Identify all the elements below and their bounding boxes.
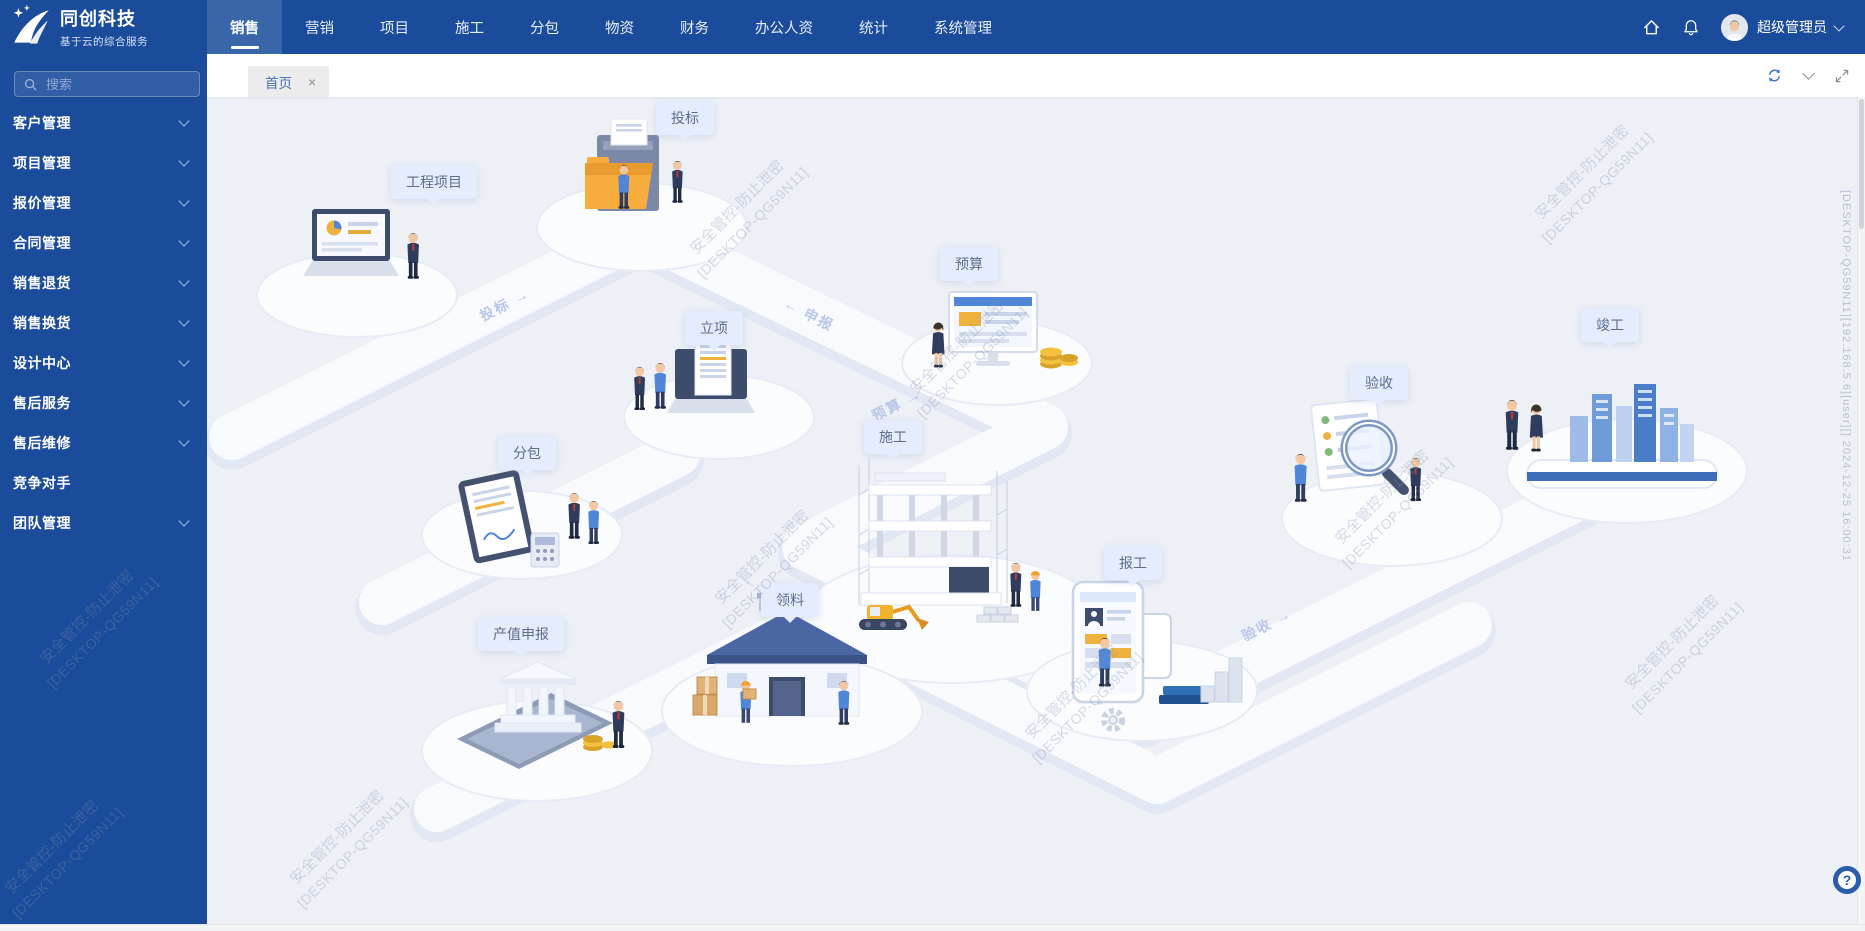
nav-tab-marketing[interactable]: 营销 bbox=[282, 0, 357, 54]
main-content: 投标 →← 申报预算 →← 领料验收 → 工程项目投标预算立项分包施工领料报工产… bbox=[207, 97, 1858, 925]
sidebar-item-team[interactable]: 团队管理 bbox=[0, 503, 207, 543]
user-menu[interactable]: 超级管理员 bbox=[1720, 13, 1843, 42]
sidebar: 同创科技 基于云的综合服务 客户管理项目管理报价管理合同管理销售退货销售换货设计… bbox=[0, 0, 207, 925]
sidebar-item-label: 项目管理 bbox=[13, 153, 71, 173]
process-label-engineering-project: 工程项目 bbox=[391, 165, 477, 199]
sidebar-item-label: 销售换货 bbox=[13, 313, 71, 333]
chevron-down-icon bbox=[178, 115, 189, 126]
chevron-down-icon bbox=[178, 315, 189, 326]
brand-logo-icon bbox=[8, 5, 54, 51]
chevron-down-icon bbox=[178, 355, 189, 366]
search-icon bbox=[23, 77, 38, 92]
refresh-button[interactable] bbox=[1765, 67, 1783, 85]
sidebar-item-label: 设计中心 bbox=[13, 353, 71, 373]
chevron-down-icon bbox=[178, 515, 189, 526]
bell-icon bbox=[1682, 18, 1700, 37]
top-header: 销售营销项目施工分包物资财务办公人资统计系统管理 超级管 bbox=[207, 0, 1865, 54]
process-label-acceptance: 验收 bbox=[1350, 366, 1408, 400]
chevron-down-icon bbox=[1802, 67, 1815, 80]
process-stage: 投标 →← 申报预算 →← 领料验收 → 工程项目投标预算立项分包施工领料报工产… bbox=[207, 97, 1858, 925]
process-label-work-report: 报工 bbox=[1104, 546, 1162, 580]
nav-tab-hr-office[interactable]: 办公人资 bbox=[732, 0, 836, 54]
sidebar-item-label: 报价管理 bbox=[13, 193, 71, 213]
sidebar-item-label: 客户管理 bbox=[13, 113, 71, 133]
app-root: { "brand": {"name": "同创科技", "tagline": "… bbox=[0, 0, 1865, 931]
refresh-icon bbox=[1766, 67, 1783, 84]
notifications-button[interactable] bbox=[1680, 16, 1702, 38]
close-icon[interactable]: × bbox=[308, 75, 316, 89]
help-button[interactable]: ? bbox=[1833, 866, 1861, 894]
nav-tab-subcontract[interactable]: 分包 bbox=[507, 0, 582, 54]
process-label-budget: 预算 bbox=[940, 247, 998, 281]
sidebar-item-label: 售后服务 bbox=[13, 393, 71, 413]
nav-tab-sales[interactable]: 销售 bbox=[207, 0, 282, 54]
app-title: 同创科技 bbox=[60, 7, 148, 31]
process-label-material-requisition: 领料 bbox=[761, 583, 819, 617]
process-label-completion: 竣工 bbox=[1581, 308, 1639, 342]
sidebar-item-competitor[interactable]: 竞争对手 bbox=[0, 463, 207, 503]
chevron-down-icon bbox=[178, 275, 189, 286]
sidebar-item-after-sales-service[interactable]: 售后服务 bbox=[0, 383, 207, 423]
page-tabstrip: 首页 × bbox=[207, 54, 1865, 97]
sidebar-item-contract[interactable]: 合同管理 bbox=[0, 223, 207, 263]
scrollbar-thumb[interactable] bbox=[1859, 99, 1864, 229]
home-button[interactable] bbox=[1640, 16, 1662, 38]
sidebar-item-label: 合同管理 bbox=[13, 233, 71, 253]
construction-graphic bbox=[859, 459, 1041, 630]
tab-list-dropdown[interactable] bbox=[1799, 67, 1817, 85]
sidebar-search[interactable] bbox=[14, 71, 200, 97]
nav-tab-system[interactable]: 系统管理 bbox=[911, 0, 1015, 54]
nav-tab-project[interactable]: 项目 bbox=[357, 0, 432, 54]
chevron-down-icon bbox=[178, 195, 189, 206]
app-tagline: 基于云的综合服务 bbox=[60, 34, 148, 49]
sidebar-item-after-sales-repair[interactable]: 售后维修 bbox=[0, 423, 207, 463]
sidebar-item-label: 销售退货 bbox=[13, 273, 71, 293]
process-label-project-initiation: 立项 bbox=[685, 311, 743, 345]
chevron-down-icon bbox=[178, 395, 189, 406]
completion-graphic bbox=[1506, 384, 1717, 488]
chevron-down-icon bbox=[178, 155, 189, 166]
sidebar-menu: 客户管理项目管理报价管理合同管理销售退货销售换货设计中心售后服务售后维修竞争对手… bbox=[0, 103, 207, 543]
sidebar-item-sales-return[interactable]: 销售退货 bbox=[0, 263, 207, 303]
process-label-construction: 施工 bbox=[864, 420, 922, 454]
sidebar-item-label: 竞争对手 bbox=[13, 473, 71, 493]
nav-tab-construction[interactable]: 施工 bbox=[432, 0, 507, 54]
sidebar-item-label: 团队管理 bbox=[13, 513, 71, 533]
brand: 同创科技 基于云的综合服务 bbox=[0, 0, 207, 57]
top-nav-tabs: 销售营销项目施工分包物资财务办公人资统计系统管理 bbox=[207, 0, 1640, 54]
avatar bbox=[1720, 13, 1749, 42]
sidebar-item-customer[interactable]: 客户管理 bbox=[0, 103, 207, 143]
chevron-down-icon bbox=[178, 235, 189, 246]
home-icon bbox=[1642, 18, 1661, 37]
header-actions: 超级管理员 bbox=[1640, 0, 1865, 54]
process-illustration: 投标 →← 申报预算 →← 领料验收 → bbox=[207, 97, 1858, 925]
tab-home[interactable]: 首页 × bbox=[248, 66, 329, 97]
fullscreen-button[interactable] bbox=[1833, 67, 1851, 85]
process-label-subcontract: 分包 bbox=[498, 436, 556, 470]
sidebar-item-project[interactable]: 项目管理 bbox=[0, 143, 207, 183]
username: 超级管理员 bbox=[1757, 17, 1827, 37]
nav-tab-finance[interactable]: 财务 bbox=[657, 0, 732, 54]
sidebar-item-design-center[interactable]: 设计中心 bbox=[0, 343, 207, 383]
sidebar-item-sales-exchange[interactable]: 销售换货 bbox=[0, 303, 207, 343]
horizontal-scrollbar[interactable] bbox=[0, 924, 1865, 931]
nav-tab-statistics[interactable]: 统计 bbox=[836, 0, 911, 54]
tabstrip-actions bbox=[1765, 54, 1851, 97]
process-label-bidding: 投标 bbox=[656, 101, 714, 135]
sidebar-item-quotation[interactable]: 报价管理 bbox=[0, 183, 207, 223]
search-input[interactable] bbox=[44, 76, 188, 93]
vertical-scrollbar[interactable] bbox=[1857, 97, 1865, 925]
process-label-output-declaration: 产值申报 bbox=[478, 617, 564, 651]
fullscreen-icon bbox=[1834, 68, 1850, 84]
tab-home-label: 首页 bbox=[265, 72, 292, 92]
sidebar-item-label: 售后维修 bbox=[13, 433, 71, 453]
chevron-down-icon bbox=[1833, 20, 1844, 31]
chevron-down-icon bbox=[178, 435, 189, 446]
nav-tab-materials[interactable]: 物资 bbox=[582, 0, 657, 54]
